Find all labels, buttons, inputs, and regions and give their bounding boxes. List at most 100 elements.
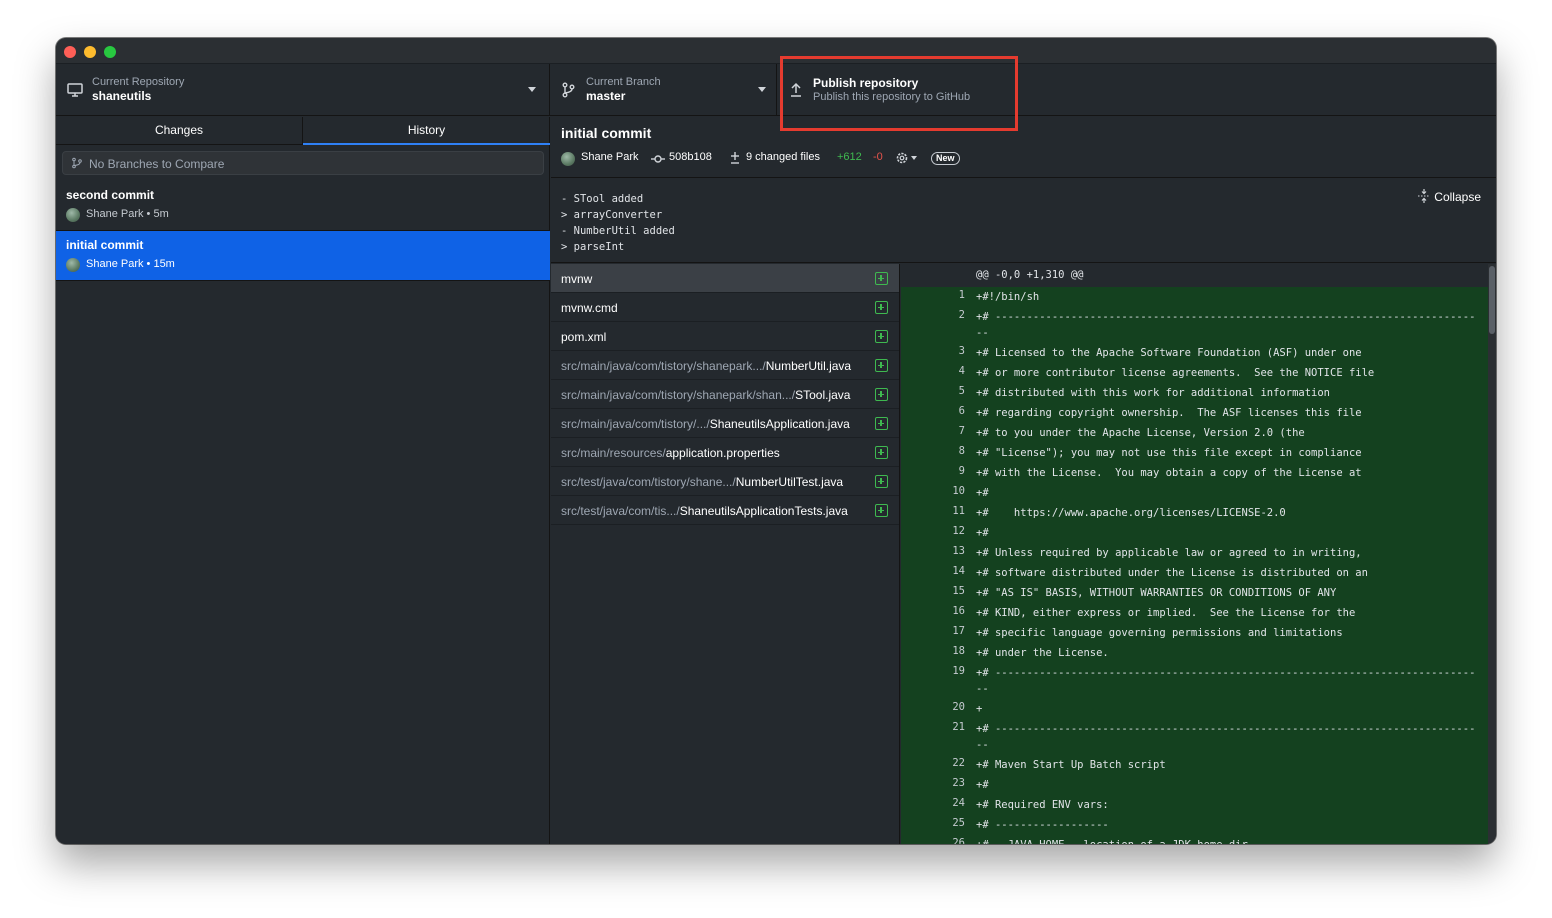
file-list-item[interactable]: src/main/resources/application.propertie…: [551, 438, 899, 467]
line-code: --: [976, 683, 989, 695]
diff-line: 20 +: [901, 699, 1488, 719]
gear-icon[interactable]: [895, 151, 919, 165]
zoom-window-button[interactable]: [104, 46, 116, 58]
tab-changes[interactable]: Changes: [56, 117, 303, 145]
line-number: 15: [952, 585, 965, 597]
line-code: +# Unless required by applicable law or …: [976, 547, 1362, 559]
close-window-button[interactable]: [64, 46, 76, 58]
changed-files-list: mvnw mvnw.cmd pom.xml src/main/java/com/tis…: [551, 264, 900, 844]
commit-author: Shane Park: [581, 151, 639, 163]
file-list-item[interactable]: src/main/java/com/tistory/.../Shaneutils…: [551, 409, 899, 438]
diff-line: 12 +#: [901, 523, 1488, 543]
sidebar-tabs: Changes History: [56, 117, 550, 145]
minimize-window-button[interactable]: [84, 46, 96, 58]
file-list-item[interactable]: mvnw.cmd: [551, 293, 899, 322]
commit-icon: [651, 155, 665, 163]
file-directory: src/main/java/com/tistory/shanepark/shan…: [561, 388, 796, 402]
file-added-icon: [875, 417, 888, 430]
diff-hunk-header: @@ -0,0 +1,310 @@: [901, 264, 1488, 287]
repository-label: Current Repository: [92, 76, 185, 88]
compare-placeholder: No Branches to Compare: [89, 157, 225, 171]
current-branch-dropdown[interactable]: Current Branch master: [550, 64, 777, 116]
line-number: 24: [952, 797, 965, 809]
collapse-icon: [1418, 189, 1431, 203]
diff-line: --: [901, 327, 1488, 343]
tab-history[interactable]: History: [303, 117, 550, 145]
line-code: +# under the License.: [976, 647, 1109, 659]
branch-label: Current Branch: [586, 76, 661, 88]
line-code: +#!/bin/sh: [976, 291, 1040, 303]
line-number: 20: [952, 701, 965, 713]
line-code: +# https://www.apache.org/licenses/LICEN…: [976, 507, 1286, 519]
line-number: 5: [958, 385, 965, 397]
diff-line: 24 +# Required ENV vars:: [901, 795, 1488, 815]
line-number: 18: [952, 645, 965, 657]
line-code: --: [976, 739, 989, 751]
file-list-item[interactable]: src/main/java/com/tistory/shanepark.../N…: [551, 351, 899, 380]
commit-list-item[interactable]: second commit Shane Park • 5m: [56, 181, 550, 231]
line-number: 12: [952, 525, 965, 537]
branch-icon: [72, 157, 82, 169]
line-number: 6: [958, 405, 965, 417]
commit-meta: Shane Park • 15m: [86, 258, 175, 270]
diff-line: 5 +# distributed with this work for addit…: [901, 383, 1488, 403]
current-repository-dropdown[interactable]: Current Repository shaneutils: [56, 64, 550, 116]
diff-scrollbar-thumb[interactable]: [1489, 266, 1495, 334]
repository-icon: [67, 83, 83, 97]
file-list-item[interactable]: pom.xml: [551, 322, 899, 351]
file-path: src/main/java/com/tistory/shanepark/shan…: [561, 388, 850, 402]
file-added-icon: [875, 301, 888, 314]
file-path: pom.xml: [561, 330, 606, 344]
file-list-item[interactable]: src/test/java/com/tistory/shane.../Numbe…: [551, 467, 899, 496]
diff-line: --: [901, 739, 1488, 755]
line-code: +# specific language governing permissio…: [976, 627, 1343, 639]
file-list-item[interactable]: src/test/java/com/tis.../ShaneutilsAppli…: [551, 496, 899, 525]
line-code: +# -------------------------------------…: [976, 311, 1476, 323]
file-list-item[interactable]: src/main/java/com/tistory/shanepark/shan…: [551, 380, 899, 409]
commit-sha[interactable]: 508b108: [669, 151, 712, 163]
line-number: 4: [958, 365, 965, 377]
commit-title: second commit: [66, 188, 155, 202]
line-code: +# JAVA_HOME - location of a JDK home di…: [976, 835, 1248, 844]
line-number: 19: [952, 665, 965, 677]
commit-details: initial commit Shane Park 508b108 9 chan…: [551, 117, 1496, 844]
file-path: mvnw.cmd: [561, 301, 618, 315]
diff-line: 22 +# Maven Start Up Batch script: [901, 755, 1488, 775]
diff-line: 6 +# regarding copyright ownership. The A…: [901, 403, 1488, 423]
file-name: mvnw.cmd: [561, 301, 618, 315]
diff-line: 11 +# https://www.apache.org/licenses/LIC…: [901, 503, 1488, 523]
collapse-button[interactable]: Collapse: [1418, 189, 1481, 204]
file-added-icon: [875, 504, 888, 517]
file-path: src/main/java/com/tistory/.../Shaneutils…: [561, 417, 850, 431]
diff-icon: [731, 152, 739, 164]
file-name: STool.java: [795, 388, 851, 402]
deletions-count: -0: [873, 151, 883, 163]
line-number: 2: [958, 309, 965, 321]
file-added-icon: [875, 330, 888, 343]
line-number: 11: [952, 505, 965, 517]
commit-message: - STool added > arrayConverter - NumberU…: [551, 179, 1496, 263]
file-name: NumberUtil.java: [765, 359, 852, 373]
file-path: src/main/resources/application.propertie…: [561, 446, 780, 460]
line-number: 17: [952, 625, 965, 637]
line-number: 9: [958, 465, 965, 477]
commit-list: second commit Shane Park • 5m initial co…: [56, 181, 550, 281]
line-number: 26: [952, 837, 965, 844]
publish-title: Publish repository: [813, 76, 919, 90]
repository-name: shaneutils: [92, 89, 152, 103]
commit-list-item[interactable]: initial commit Shane Park • 15m: [56, 231, 550, 281]
diff-scrollbar[interactable]: [1488, 264, 1496, 844]
diff-line: 3 +# Licensed to the Apache Software Foun…: [901, 343, 1488, 363]
publish-repository-button[interactable]: Publish repository Publish this reposito…: [777, 64, 1017, 116]
additions-count: +612: [837, 151, 862, 163]
branch-compare-input[interactable]: No Branches to Compare: [62, 151, 544, 175]
commit-summary-title: initial commit: [561, 125, 652, 141]
file-directory: src/test/java/com/tistory/shane.../: [561, 475, 736, 489]
chevron-down-icon: [528, 87, 536, 92]
upload-icon: [791, 82, 801, 97]
line-number: 1: [958, 289, 965, 301]
file-path: src/test/java/com/tistory/shane.../Numbe…: [561, 475, 843, 489]
line-number: 23: [952, 777, 965, 789]
file-list-item[interactable]: mvnw: [551, 264, 899, 293]
avatar: [66, 258, 80, 272]
